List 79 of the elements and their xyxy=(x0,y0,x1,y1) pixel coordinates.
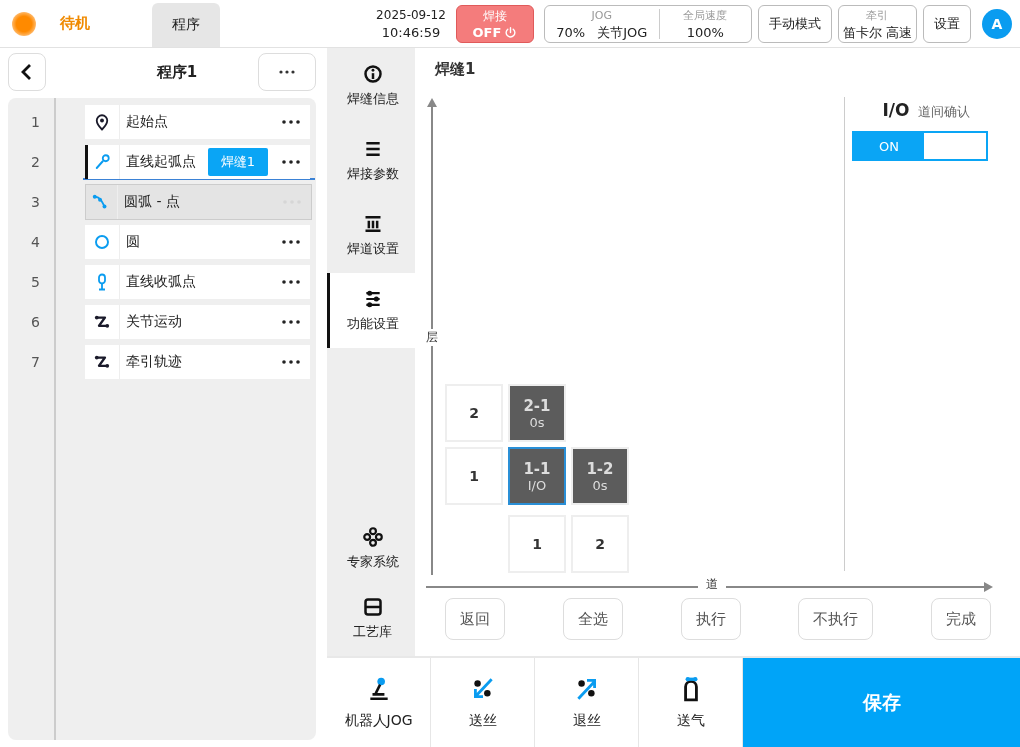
traction-label: 牵引 xyxy=(866,7,889,24)
more-icon[interactable] xyxy=(282,240,300,244)
more-icon[interactable] xyxy=(282,280,300,284)
weld-pass-cell[interactable]: 1-2 0s xyxy=(571,447,629,505)
side-nav-tab[interactable]: 功能设置 xyxy=(327,273,415,348)
pass-number: 1 xyxy=(508,515,566,573)
side-nav-tab[interactable]: 焊缝信息 xyxy=(327,48,415,123)
step-label: 圆 xyxy=(126,233,141,251)
line-number: 4 xyxy=(30,234,41,250)
info-icon xyxy=(362,63,383,84)
more-icon[interactable] xyxy=(282,160,300,164)
torch-icon xyxy=(93,153,111,171)
step-label: 牵引轨迹 xyxy=(126,353,183,371)
circle-icon xyxy=(93,233,111,251)
jog-panel[interactable]: JOG 70% 关节JOG 全局速度 100% xyxy=(543,4,752,43)
axis-label: 层 xyxy=(426,329,438,346)
more-icon[interactable] xyxy=(282,360,300,364)
program-step[interactable]: 关节运动 xyxy=(85,305,310,339)
location-pin-icon xyxy=(93,113,111,131)
jog-label: JOG xyxy=(591,7,612,24)
panel-title: 焊缝1 xyxy=(435,60,477,79)
program-step[interactable]: 牵引轨迹 xyxy=(85,345,310,379)
weld-pass-cell[interactable]: 2-1 0s xyxy=(508,384,566,442)
action-button[interactable]: 执行 xyxy=(680,598,741,640)
power-icon xyxy=(504,25,518,39)
status-label: 待机 xyxy=(60,14,90,33)
line-number: 7 xyxy=(30,354,41,370)
program-step[interactable]: 直线起弧点 焊缝1 xyxy=(85,145,310,179)
program-title: 程序1 xyxy=(156,62,198,82)
program-step[interactable]: 圆弧 - 点 xyxy=(85,184,312,220)
line-number: 3 xyxy=(30,194,41,210)
manual-mode-button[interactable]: 手动模式 xyxy=(757,4,832,43)
back-button[interactable] xyxy=(8,53,46,91)
step-label: 圆弧 - 点 xyxy=(124,193,181,211)
more-icon xyxy=(279,70,295,74)
line-number: 5 xyxy=(30,274,41,290)
line-number: 6 xyxy=(30,314,41,330)
side-nav-tab[interactable]: 焊接参数 xyxy=(327,123,415,198)
cluster-icon xyxy=(362,527,383,547)
pass-number: 2 xyxy=(571,515,629,573)
more-icon[interactable] xyxy=(282,320,300,324)
program-step[interactable]: 直线收弧点 xyxy=(85,265,310,299)
arc-path-icon xyxy=(91,193,109,211)
action-button[interactable]: 返回 xyxy=(445,598,505,640)
io-title: I/O xyxy=(882,100,910,120)
time-text: 10:46:59 xyxy=(381,23,441,42)
step-label: 直线起弧点 xyxy=(126,153,197,171)
program-step[interactable]: 起始点 xyxy=(85,105,310,139)
side-nav-tab[interactable]: 专家系统 xyxy=(327,514,415,584)
layer-number: 1 xyxy=(445,447,503,505)
weld-seam-tag: 焊缝1 xyxy=(207,148,268,176)
zigzag-path-icon xyxy=(93,313,111,331)
action-button[interactable]: 全选 xyxy=(562,598,623,640)
program-step[interactable]: 圆 xyxy=(85,225,310,259)
drawer-icon xyxy=(362,597,383,617)
line-number: 2 xyxy=(30,154,41,170)
action-button[interactable]: 完成 xyxy=(931,598,991,640)
jog-mode: 关节JOG xyxy=(597,23,648,41)
zigzag-path-icon xyxy=(93,353,111,371)
step-label: 起始点 xyxy=(126,113,169,131)
step-label: 关节运动 xyxy=(126,313,183,331)
jog-speed: 70% xyxy=(556,23,586,41)
weld-pass-cell[interactable]: 1-1 I/O xyxy=(508,447,566,505)
layer-number: 2 xyxy=(445,384,503,442)
traction-value: 笛卡尔 高速 xyxy=(842,23,912,41)
side-nav-tab[interactable]: 焊道设置 xyxy=(327,198,415,273)
global-speed-label: 全局速度 xyxy=(683,7,728,24)
more-icon[interactable] xyxy=(282,120,300,124)
side-nav-tab[interactable]: 工艺库 xyxy=(327,584,415,654)
global-speed-value: 100% xyxy=(686,23,724,41)
traction-button[interactable]: 牵引 笛卡尔 高速 xyxy=(837,4,917,43)
io-confirm-label: 道间确认 xyxy=(917,103,970,121)
step-label: 直线收弧点 xyxy=(126,273,197,291)
logo-icon xyxy=(12,11,36,36)
program-tab[interactable]: 程序 xyxy=(152,3,220,47)
line-number: 1 xyxy=(30,114,41,130)
settings-button[interactable]: 设置 xyxy=(923,4,971,43)
action-button[interactable]: 不执行 xyxy=(798,598,874,640)
date-text: 2025-09-12 xyxy=(376,6,446,24)
